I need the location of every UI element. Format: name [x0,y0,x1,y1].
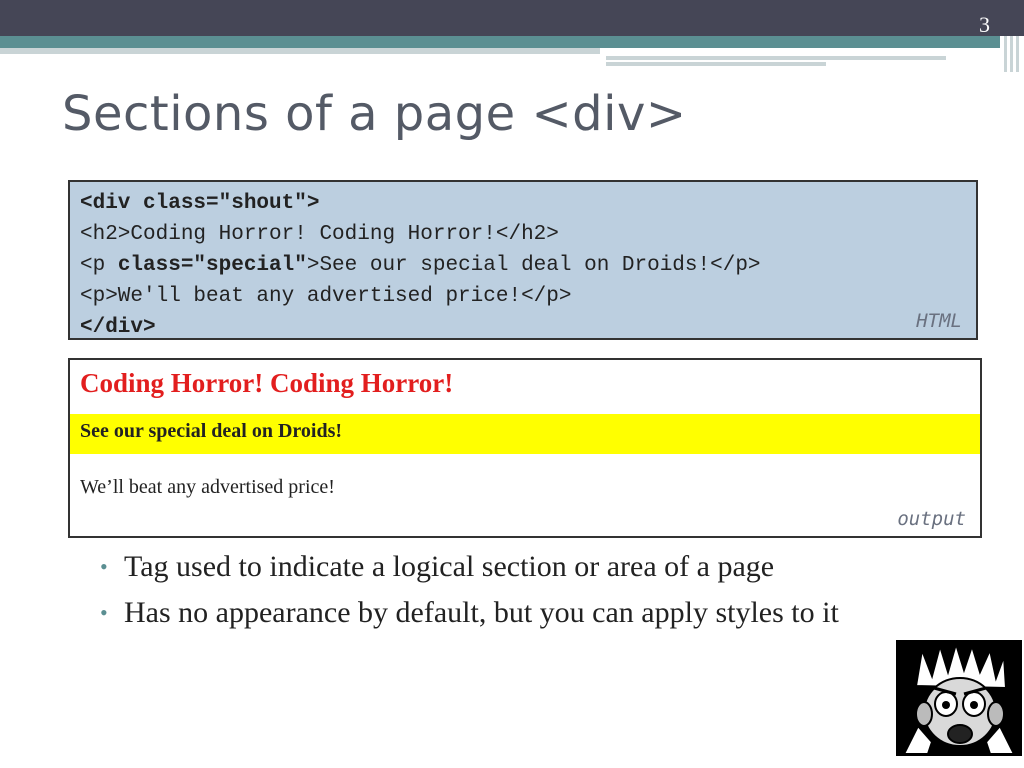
header-divider [1010,36,1013,72]
code-line: </div> [80,316,156,339]
frightened-cartoon-face-icon [896,640,1022,756]
code-example-box: <div class="shout"> <h2>Coding Horror! C… [68,180,978,340]
code-line: <div class="shout"> [80,192,320,215]
header-light-bar-3 [606,62,826,66]
bullet-icon: • [100,554,108,579]
header-bar [0,0,1024,36]
header-divider [1016,36,1019,72]
code-line: <p>We'll beat any advertised price!</p> [80,285,572,308]
output-label: output [897,508,966,530]
page-title: Sections of a page <div> [62,86,687,142]
list-item: • Tag used to indicate a logical section … [100,546,960,588]
output-special-paragraph: See our special deal on Droids! [70,414,980,454]
bullet-list: • Tag used to indicate a logical section … [100,546,960,638]
header-light-bar-2 [606,56,946,60]
slide-number: 3 [979,12,990,37]
output-heading: Coding Horror! Coding Horror! [80,368,454,398]
bullet-icon: • [100,600,108,625]
output-example-box: Coding Horror! Coding Horror! See our sp… [68,358,982,538]
header-divider [1004,36,1007,72]
code-line: <h2>Coding Horror! Coding Horror!</h2> [80,223,559,246]
code-language-label: HTML [916,310,962,332]
list-item: • Has no appearance by default, but you c… [100,592,960,634]
header-light-bar [0,48,600,54]
header-accent-bar [0,36,1000,48]
output-paragraph: We’ll beat any advertised price! [80,476,335,498]
code-line: <p class="special">See our special deal … [80,254,761,277]
